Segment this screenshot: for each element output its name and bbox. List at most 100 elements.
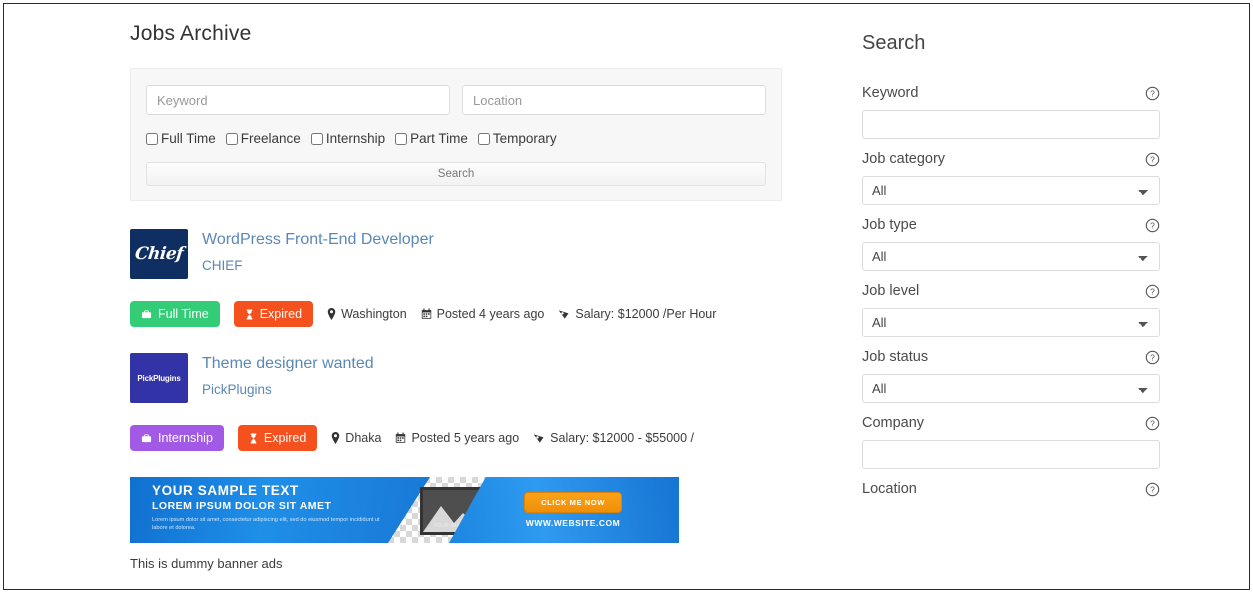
job-type-checkbox-row: Full Time Freelance Internship Part Time…	[146, 131, 766, 146]
sidebar-field-keyword: Keyword ?	[862, 85, 1160, 139]
job-meta-row: Internship Expired Dhaka Posted 5 years …	[130, 425, 694, 451]
hourglass-icon	[246, 308, 252, 320]
job-title-link[interactable]: Theme designer wanted	[202, 354, 374, 375]
banner-headline: YOUR SAMPLE TEXT	[152, 483, 299, 498]
banner-ad-wrapper: YOUR SAMPLE TEXT LOREM IPSUM DOLOR SIT A…	[130, 477, 684, 571]
money-icon	[533, 433, 544, 443]
calendar-icon	[421, 308, 431, 319]
main-column: Jobs Archive Full Time Freelance Interns…	[4, 4, 782, 589]
checkbox-internship-input[interactable]	[310, 132, 323, 145]
job-posted-date: Posted 5 years ago	[395, 431, 519, 445]
company-logo-text: Chief	[133, 244, 185, 264]
sidebar-label-location: Location	[862, 481, 917, 497]
sidebar-job-type-select[interactable]: All	[862, 242, 1160, 271]
sidebar-label-job-status: Job status	[862, 349, 929, 365]
job-company-name: PickPlugins	[202, 381, 272, 397]
job-posted-label: Posted 4 years ago	[436, 307, 545, 321]
svg-text:?: ?	[1150, 220, 1155, 230]
sidebar-label-job-level: Job level	[862, 283, 920, 299]
job-status-badge-label: Expired	[259, 307, 303, 321]
hourglass-icon	[250, 432, 257, 444]
search-sidebar: Search Keyword ? Job category ? All Job …	[684, 4, 1160, 589]
job-company-name: CHIEF	[202, 257, 243, 273]
help-icon[interactable]: ?	[1145, 218, 1160, 233]
map-pin-icon	[332, 432, 340, 444]
sidebar-label-company: Company	[862, 415, 925, 431]
job-list: Chief WordPress Front-End Developer CHIE…	[130, 229, 716, 571]
checkbox-freelance-label: Freelance	[240, 131, 301, 146]
page-title: Jobs Archive	[130, 22, 252, 45]
job-location: Washington	[327, 307, 407, 321]
help-icon[interactable]: ?	[1145, 416, 1160, 431]
job-status-badge[interactable]: Expired	[233, 301, 314, 327]
job-location-label: Dhaka	[345, 431, 382, 445]
sidebar-label-keyword: Keyword	[862, 85, 919, 101]
checkbox-internship[interactable]: Internship	[310, 131, 386, 146]
banner-url: WWW.WEBSITE.COM	[525, 518, 621, 528]
sidebar-label-job-type: Job type	[862, 217, 917, 233]
job-type-badge-label: Internship	[158, 431, 213, 445]
company-logo-text: PickPlugins	[137, 373, 181, 383]
svg-text:?: ?	[1150, 352, 1155, 362]
svg-text:?: ?	[1150, 484, 1155, 494]
sidebar-field-company: Company ?	[862, 415, 1160, 469]
sidebar-field-job-type: Job type ? All	[862, 217, 1160, 271]
sidebar-field-location: Location ?	[862, 481, 1160, 497]
banner-ad[interactable]: YOUR SAMPLE TEXT LOREM IPSUM DOLOR SIT A…	[130, 477, 679, 543]
checkbox-full-time-label: Full Time	[161, 131, 216, 146]
checkbox-temporary-label: Temporary	[492, 131, 557, 146]
calendar-icon	[396, 432, 406, 443]
company-logo-chief: Chief	[130, 229, 188, 279]
job-type-badge[interactable]: Internship	[130, 425, 224, 451]
sidebar-label-job-category: Job category	[862, 151, 946, 167]
svg-text:?: ?	[1150, 88, 1155, 98]
banner-cta-button[interactable]: CLICK ME NOW	[524, 492, 622, 513]
job-type-badge-label: Full Time	[158, 307, 209, 321]
checkbox-full-time-input[interactable]	[146, 132, 158, 145]
banner-body-text: Lorem ipsum dolor sit amet, consectetur …	[152, 517, 380, 532]
sidebar-field-job-status: Job status ? All	[862, 349, 1160, 403]
checkbox-temporary-input[interactable]	[477, 132, 490, 145]
svg-text:?: ?	[1150, 286, 1155, 296]
job-location-label: Washington	[341, 307, 407, 321]
job-salary-label: Salary: $12000 - $55000 /	[550, 431, 695, 445]
job-location: Dhaka	[331, 431, 381, 445]
checkbox-part-time[interactable]: Part Time	[395, 131, 468, 146]
sidebar-job-level-select[interactable]: All	[862, 308, 1160, 337]
job-posted-label: Posted 5 years ago	[411, 431, 520, 445]
sidebar-company-input[interactable]	[862, 440, 1160, 469]
briefcase-icon	[141, 433, 152, 442]
job-meta-row: Full Time Expired Washington Posted 4 ye…	[130, 301, 716, 327]
job-status-badge[interactable]: Expired	[237, 425, 318, 451]
search-button[interactable]: Search	[146, 162, 766, 186]
checkbox-internship-label: Internship	[325, 131, 386, 146]
sidebar-keyword-input[interactable]	[862, 110, 1160, 139]
job-salary: Salary: $12000 - $55000 /	[533, 431, 694, 445]
help-icon[interactable]: ?	[1145, 350, 1160, 365]
sidebar-job-status-select[interactable]: All	[862, 374, 1160, 403]
svg-text:?: ?	[1150, 418, 1155, 428]
help-icon[interactable]: ?	[1145, 284, 1160, 299]
checkbox-part-time-label: Part Time	[410, 131, 468, 146]
help-icon[interactable]: ?	[1145, 482, 1160, 497]
banner-right-panel: CLICK ME NOW WWW.WEBSITE.COM	[449, 477, 679, 543]
keyword-input[interactable]	[146, 85, 450, 115]
job-type-badge[interactable]: Full Time	[130, 301, 220, 327]
checkbox-temporary[interactable]: Temporary	[477, 131, 557, 146]
checkbox-freelance[interactable]: Freelance	[225, 131, 301, 146]
checkbox-freelance-input[interactable]	[225, 132, 238, 145]
job-title-link[interactable]: WordPress Front-End Developer	[202, 230, 434, 251]
job-posted-date: Posted 4 years ago	[421, 307, 545, 321]
checkbox-full-time[interactable]: Full Time	[146, 131, 216, 146]
job-list-item: Chief WordPress Front-End Developer CHIE…	[130, 229, 716, 327]
help-icon[interactable]: ?	[1145, 86, 1160, 101]
help-icon[interactable]: ?	[1145, 152, 1160, 167]
briefcase-icon	[141, 309, 152, 318]
banner-left-panel: YOUR SAMPLE TEXT LOREM IPSUM DOLOR SIT A…	[130, 477, 430, 543]
banner-ad-caption: This is dummy banner ads	[130, 556, 283, 571]
checkbox-part-time-input[interactable]	[395, 132, 408, 145]
sidebar-title: Search	[862, 32, 926, 54]
money-icon	[559, 309, 569, 319]
job-status-badge-label: Expired	[263, 431, 307, 445]
sidebar-job-category-select[interactable]: All	[862, 176, 1160, 205]
